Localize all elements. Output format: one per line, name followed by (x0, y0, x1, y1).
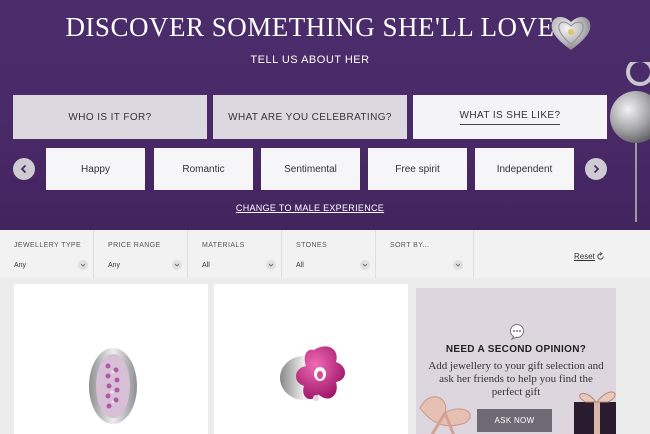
promo-body: Add jewellery to your gift selection and… (428, 360, 604, 398)
chevron-right-icon (593, 164, 600, 174)
filter-bar: JEWELLERY TYPE Any PRICE RANGE Any MATER… (0, 230, 650, 278)
carousel-prev-button[interactable] (13, 158, 35, 180)
carousel-next-button[interactable] (585, 158, 607, 180)
mood-option-romantic[interactable]: Romantic (154, 148, 253, 190)
filter-label: STONES (296, 242, 328, 249)
tab-what-are-you-celebrating[interactable]: WHAT ARE YOU CELEBRATING? (213, 95, 407, 139)
chevron-down-icon (174, 263, 180, 267)
refresh-icon[interactable] (596, 252, 605, 261)
promo-heading: NEED A SECOND OPINION? (445, 344, 587, 355)
product-card[interactable] (14, 284, 208, 434)
mood-label: Romantic (182, 163, 225, 175)
dropdown-toggle[interactable] (266, 260, 276, 270)
filter-value: All (296, 262, 304, 269)
chevron-down-icon (362, 263, 368, 267)
dropdown-toggle[interactable] (78, 260, 88, 270)
filter-label: MATERIALS (202, 242, 245, 249)
mood-option-free-spirit[interactable]: Free spirit (368, 148, 467, 190)
chevron-down-icon (80, 263, 86, 267)
reset-filters-link[interactable]: Reset (574, 252, 595, 261)
dropdown-toggle[interactable] (360, 260, 370, 270)
second-opinion-promo: NEED A SECOND OPINION? Add jewellery to … (416, 288, 616, 434)
tab-label: WHAT IS SHE LIKE? (459, 110, 561, 125)
heart-charm-image (551, 16, 591, 50)
mood-option-independent[interactable]: Independent (475, 148, 574, 190)
filter-label: SORT BY... (390, 242, 430, 249)
tab-what-is-she-like[interactable]: WHAT IS SHE LIKE? (413, 95, 607, 139)
hero-title: DISCOVER SOMETHING SHE'LL LOVE (65, 12, 555, 42)
mood-option-happy[interactable]: Happy (46, 148, 145, 190)
filter-price-range[interactable]: PRICE RANGE Any (108, 230, 188, 278)
mood-label: Free spirit (395, 163, 440, 175)
filter-label: PRICE RANGE (108, 242, 161, 249)
filter-materials[interactable]: MATERIALS All (202, 230, 282, 278)
filter-label: JEWELLERY TYPE (14, 242, 82, 249)
filter-value: Any (14, 262, 27, 269)
hero-banner: DISCOVER SOMETHING SHE'LL LOVE TELL US A… (0, 0, 650, 230)
filter-jewellery-type[interactable]: JEWELLERY TYPE Any (14, 230, 94, 278)
ask-now-button[interactable]: ASK NOW (477, 409, 552, 432)
chevron-left-icon (20, 164, 27, 174)
tab-label: WHAT ARE YOU CELEBRATING? (228, 111, 392, 123)
filter-sort-by[interactable]: SORT BY... (390, 230, 474, 278)
tab-who-is-it-for[interactable]: WHO IS IT FOR? (13, 95, 207, 139)
chevron-down-icon (455, 263, 461, 267)
mood-label: Sentimental (284, 163, 337, 175)
ball-charm-image (610, 62, 650, 222)
mood-label: Independent (496, 163, 553, 175)
mood-option-sentimental[interactable]: Sentimental (261, 148, 360, 190)
pink-pave-clip-charm-image (89, 348, 137, 424)
tab-label: WHO IS IT FOR? (68, 111, 152, 123)
dropdown-toggle[interactable] (172, 260, 182, 270)
change-to-male-experience-link[interactable]: CHANGE TO MALE EXPERIENCE (0, 203, 620, 213)
filter-stones[interactable]: STONES All (296, 230, 376, 278)
pink-orchid-charm-image (280, 346, 345, 401)
dropdown-toggle[interactable] (453, 260, 463, 270)
hero-subtitle: TELL US ABOUT HER (250, 54, 370, 66)
product-card[interactable] (214, 284, 408, 434)
filter-value: Any (108, 262, 121, 269)
speech-bubble-icon (510, 324, 524, 340)
filter-value: All (202, 262, 210, 269)
mood-label: Happy (81, 163, 110, 175)
chevron-down-icon (268, 263, 274, 267)
